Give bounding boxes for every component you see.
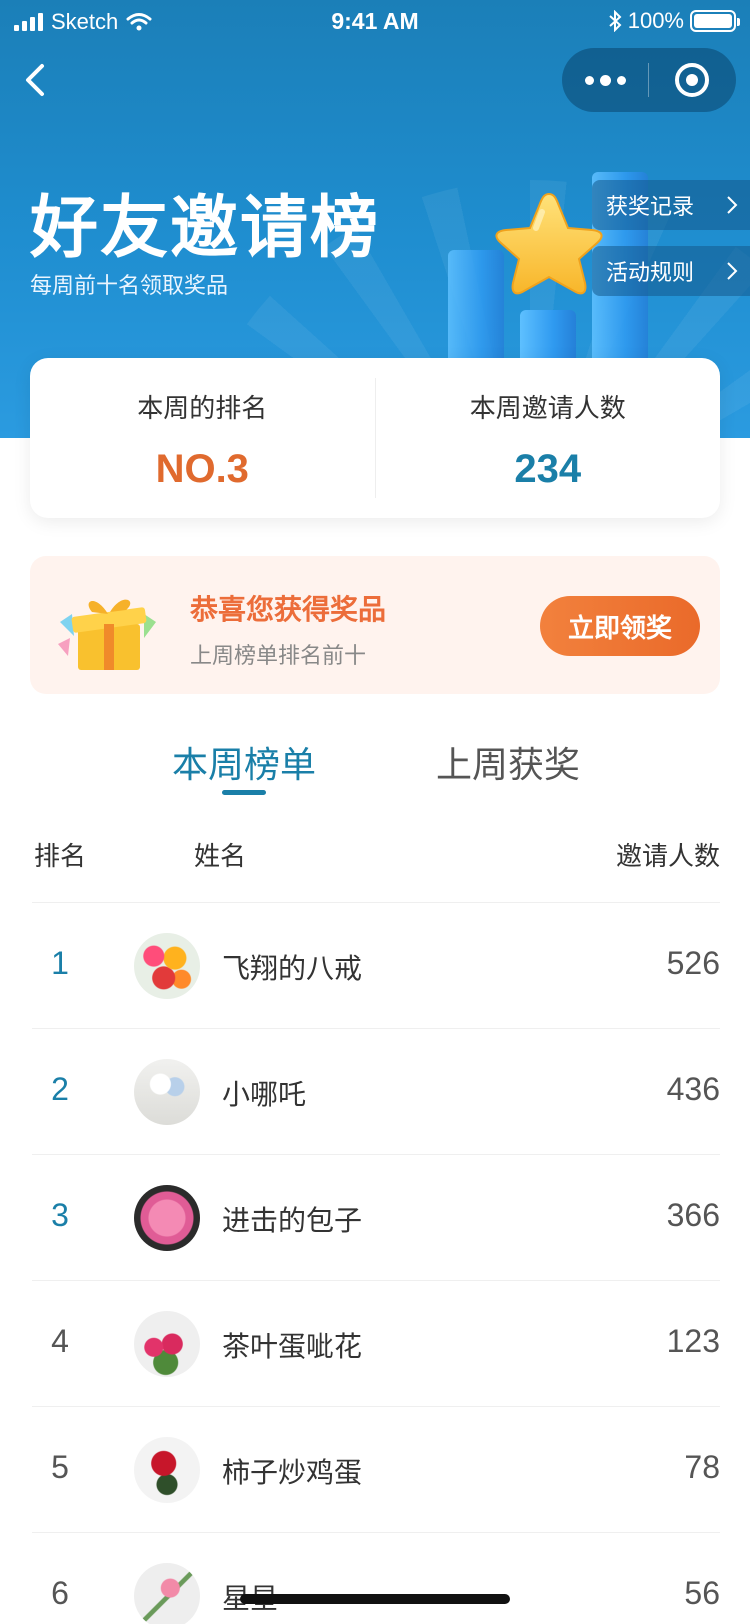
battery-percent: 100% <box>627 8 684 33</box>
gift-icon <box>58 599 156 670</box>
active-tab-indicator <box>222 790 266 795</box>
avatar <box>134 1311 200 1377</box>
table-row[interactable]: 3 进击的包子 366 <box>32 1154 720 1280</box>
chevron-right-icon <box>727 262 738 280</box>
chevron-right-icon <box>727 196 738 214</box>
row-name: 小哪吒 <box>222 1078 307 1111</box>
page-subtitle: 每周前十名领取奖品 <box>30 274 229 299</box>
column-invite-count: 邀请人数 <box>615 842 720 872</box>
table-row[interactable]: 1 飞翔的八戒 526 <box>32 902 720 1028</box>
home-indicator <box>240 1594 510 1604</box>
tab-this-week[interactable]: 本周榜单 <box>172 736 316 788</box>
prize-banner: 恭喜您获得奖品 上周榜单排名前十 立即领奖 <box>30 556 720 694</box>
row-invite-count: 366 <box>666 1197 720 1233</box>
avatar <box>134 1437 200 1503</box>
battery-icon <box>690 10 740 32</box>
activity-rules-link[interactable]: 活动规则 <box>592 246 750 296</box>
tab-last-week-winners[interactable]: 上周获奖 <box>436 736 580 788</box>
table-row[interactable]: 4 茶叶蛋呲花 123 <box>32 1280 720 1406</box>
row-rank: 6 <box>51 1575 69 1611</box>
table-row[interactable]: 5 柿子炒鸡蛋 78 <box>32 1406 720 1532</box>
weekly-stats-card: 本周的排名 NO.3 本周邀请人数 234 <box>30 358 720 518</box>
row-invite-count: 436 <box>666 1071 720 1107</box>
row-name: 飞翔的八戒 <box>222 952 363 985</box>
weekly-invite-label: 本周邀请人数 <box>469 394 626 424</box>
more-dot-icon <box>584 75 594 85</box>
status-bar: Sketch 9:41 AM 100% <box>0 0 750 44</box>
leaderboard-tabs: 本周榜单 上周获奖 <box>0 736 750 806</box>
avatar <box>134 1563 200 1624</box>
target-icon <box>675 63 709 97</box>
row-rank: 1 <box>51 945 69 981</box>
weekly-rank-value: NO.3 <box>155 447 249 491</box>
page-title: 好友邀请榜 <box>30 189 381 268</box>
back-button[interactable] <box>14 58 58 102</box>
leaderboard-header: 排名 姓名 邀请人数 <box>32 836 720 880</box>
close-button[interactable] <box>649 48 735 112</box>
miniprogram-capsule <box>562 48 736 112</box>
row-name: 进击的包子 <box>222 1204 363 1237</box>
weekly-rank-stat: 本周的排名 NO.3 <box>30 358 375 518</box>
more-button[interactable] <box>562 48 648 112</box>
weekly-rank-label: 本周的排名 <box>137 394 268 424</box>
avatar <box>134 1185 200 1251</box>
leaderboard-list: 1 飞翔的八戒 526 2 小哪吒 436 3 进击的包子 366 4 茶叶蛋呲… <box>32 902 720 1624</box>
avatar <box>134 1059 200 1125</box>
row-rank: 2 <box>51 1071 69 1107</box>
row-name: 茶叶蛋呲花 <box>222 1330 363 1363</box>
award-history-link[interactable]: 获奖记录 <box>592 180 750 230</box>
row-name: 柿子炒鸡蛋 <box>222 1456 363 1489</box>
avatar <box>134 933 200 999</box>
weekly-invite-stat: 本周邀请人数 234 <box>376 358 721 518</box>
row-rank: 3 <box>51 1197 69 1233</box>
column-name: 姓名 <box>194 842 247 872</box>
row-invite-count: 526 <box>666 945 720 981</box>
table-row[interactable]: 2 小哪吒 436 <box>32 1028 720 1154</box>
row-rank: 4 <box>51 1323 69 1359</box>
award-history-label: 获奖记录 <box>606 195 695 220</box>
row-invite-count: 56 <box>684 1575 720 1611</box>
table-row[interactable]: 6 星星 56 <box>32 1532 720 1624</box>
prize-subtitle: 上周榜单排名前十 <box>190 644 367 669</box>
prize-title: 恭喜您获得奖品 <box>190 593 387 626</box>
column-rank: 排名 <box>34 842 87 872</box>
claim-prize-button[interactable]: 立即领奖 <box>540 596 700 656</box>
row-invite-count: 123 <box>666 1323 720 1359</box>
row-invite-count: 78 <box>684 1449 720 1485</box>
bluetooth-icon <box>609 10 622 32</box>
weekly-invite-value: 234 <box>514 447 582 491</box>
row-rank: 5 <box>51 1449 69 1485</box>
activity-rules-label: 活动规则 <box>606 261 695 286</box>
